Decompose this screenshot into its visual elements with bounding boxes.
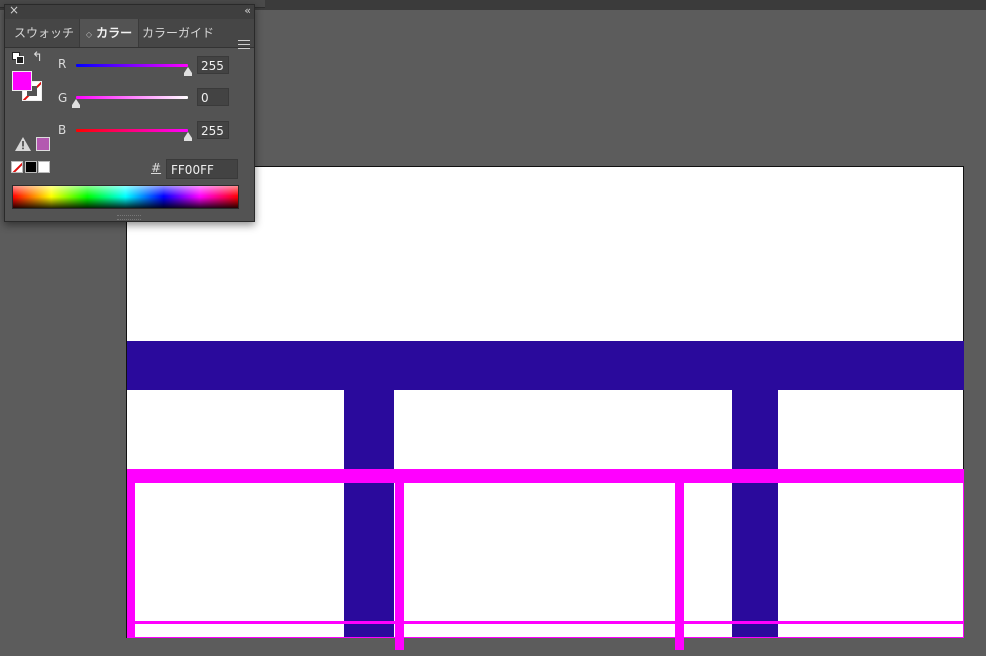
red-slider-thumb[interactable]: [184, 67, 192, 76]
tab-color-guide[interactable]: カラーガイド: [138, 19, 218, 47]
collapse-icon[interactable]: ‹‹: [244, 4, 251, 17]
tab-color-label: カラー: [96, 26, 133, 40]
panel-titlebar[interactable]: × ‹‹: [5, 3, 254, 19]
magenta-inner-outline: [134, 482, 964, 638]
artboard[interactable]: [126, 166, 964, 650]
black-color-swatch[interactable]: [25, 161, 37, 173]
green-channel-label: G: [58, 91, 68, 105]
blue-slider-thumb[interactable]: [184, 132, 192, 141]
magenta-top-rail[interactable]: [127, 469, 964, 482]
fill-color-swatch[interactable]: [12, 71, 32, 91]
blue-channel-label: B: [58, 123, 67, 137]
red-value-field[interactable]: 255: [197, 56, 229, 74]
tab-color[interactable]: ◇ カラー: [79, 19, 139, 47]
red-slider-track[interactable]: [76, 64, 188, 67]
close-icon[interactable]: ×: [9, 3, 19, 17]
white-color-swatch[interactable]: [38, 161, 50, 173]
swap-fill-stroke-icon[interactable]: ↰: [32, 50, 43, 65]
panel-resize-grip[interactable]: [117, 215, 141, 220]
websafe-color-swatch[interactable]: [36, 137, 50, 151]
panel-menu-icon[interactable]: [238, 40, 250, 50]
blue-slider-track[interactable]: [76, 129, 188, 132]
tab-options-icon: ◇: [85, 30, 93, 39]
none-color-swatch[interactable]: [11, 161, 23, 173]
hex-value-field[interactable]: FF00FF: [166, 159, 238, 179]
green-slider-track[interactable]: [76, 96, 188, 99]
panel-tabs: スウォッチ ◇ カラー カラーガイド: [5, 19, 254, 50]
red-channel-label: R: [58, 57, 67, 71]
navy-horizontal-beam[interactable]: [127, 341, 964, 390]
hex-hash-label: #: [151, 161, 162, 175]
out-of-gamut-warning-icon[interactable]: [15, 137, 31, 151]
color-spectrum-bar[interactable]: [12, 185, 239, 209]
default-fill-stroke-icon[interactable]: [12, 52, 24, 64]
color-panel: × ‹‹ スウォッチ ◇ カラー カラーガイド ↰ R 255 G 0 B 255…: [4, 3, 255, 222]
blue-value-field[interactable]: 255: [197, 121, 229, 139]
green-slider-thumb[interactable]: [72, 99, 80, 108]
green-value-field[interactable]: 0: [197, 88, 229, 106]
tab-swatches[interactable]: スウォッチ: [9, 19, 79, 47]
magenta-left-post[interactable]: [127, 469, 134, 638]
